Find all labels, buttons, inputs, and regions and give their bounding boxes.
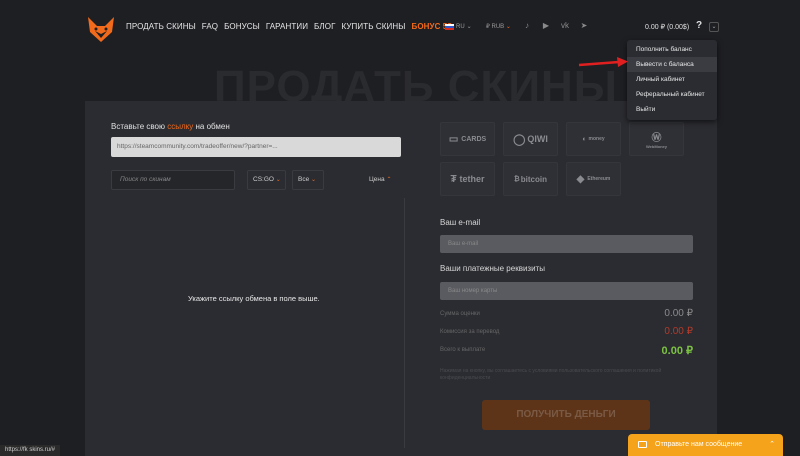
game-select[interactable]: CS:GO ⌄ xyxy=(247,170,286,190)
sort-label: Цена xyxy=(369,176,385,183)
language-label: RU xyxy=(456,23,465,30)
nav-guarantees[interactable]: ГАРАНТИИ xyxy=(266,22,308,31)
payment-label: CARDS xyxy=(461,135,487,143)
telegram-icon[interactable]: ➤ xyxy=(579,21,589,30)
email-input[interactable]: Ваш e-mail xyxy=(440,235,693,253)
filter-label: Все xyxy=(298,176,310,183)
chevron-down-icon: ⌄ xyxy=(505,24,511,30)
bitcoin-icon: ₿ xyxy=(514,175,520,183)
payment-cards[interactable]: ▭ CARDS xyxy=(440,122,495,156)
browser-status-url: https://fk skins.ru/# xyxy=(0,445,61,456)
payment-label: money xyxy=(588,136,605,142)
menu-item-withdraw[interactable]: Вывести с баланса xyxy=(627,57,717,72)
filter-select[interactable]: Все ⌄ xyxy=(292,170,324,190)
label-text: Вставьте свою xyxy=(111,122,168,131)
game-label: CS:GO xyxy=(253,176,274,183)
payment-label: QIWI xyxy=(527,134,548,144)
commission-row: Комиссия за перевод 0.00 ₽ xyxy=(440,326,693,337)
chevron-down-icon: ⌄ xyxy=(466,24,472,30)
balance-display[interactable]: 0.00 ₽ (0.00$) xyxy=(645,23,689,31)
skin-search-input[interactable]: Поиск по скинам xyxy=(111,170,235,190)
qiwi-icon: ◯ xyxy=(513,133,526,146)
chevron-down-icon: ⌄ xyxy=(311,177,317,183)
ethereum-icon: ◆ xyxy=(576,173,585,185)
yoomoney-icon: ◐ xyxy=(582,135,587,143)
tiktok-icon[interactable]: ♪ xyxy=(522,21,532,30)
trade-link-help-link[interactable]: ссылку xyxy=(167,122,193,131)
chevron-up-icon: ⌃ xyxy=(386,177,392,183)
payment-details-label: Ваши платежные реквизиты xyxy=(440,264,545,273)
payment-tether[interactable]: ₮ tether xyxy=(440,162,495,196)
payment-label: WebMoney xyxy=(645,144,668,149)
language-selector[interactable]: RU ⌄ xyxy=(445,23,472,30)
card-number-input[interactable]: Ваш номер карты xyxy=(440,282,693,300)
label-text: на обмен xyxy=(193,122,230,131)
payment-label: bitcoin xyxy=(520,174,547,184)
webmoney-icon: Ⓦ xyxy=(651,133,662,144)
payment-label: Ethereum xyxy=(587,176,611,182)
price-sort[interactable]: Цена ⌃ xyxy=(369,176,391,183)
nav-blog[interactable]: БЛОГ xyxy=(314,22,335,31)
payment-ethereum[interactable]: ◆ Ethereum xyxy=(566,162,621,196)
red-arrow-annotation xyxy=(578,57,628,67)
chat-icon xyxy=(638,440,647,448)
commission-value: 0.00 ₽ xyxy=(664,326,693,337)
fox-logo-icon[interactable] xyxy=(86,14,116,44)
payment-qiwi[interactable]: ◯ QIWI xyxy=(503,122,558,156)
payment-label: tether xyxy=(459,174,485,184)
help-button[interactable]: ? xyxy=(696,20,702,31)
total-payout-row: Всего к выплате 0.00 ₽ xyxy=(440,345,693,357)
youtube-icon[interactable]: ▶ xyxy=(541,21,551,30)
account-dropdown: Пополнить баланс Вывести с баланса Личны… xyxy=(627,40,717,120)
menu-item-referral[interactable]: Реферальный кабинет xyxy=(627,87,717,102)
trade-link-input[interactable]: https://steamcommunity.com/tradeoffer/ne… xyxy=(111,137,401,157)
terms-notice: Нажимая на кнопку, вы соглашаетесь с усл… xyxy=(440,368,662,381)
total-payout-value: 0.00 ₽ xyxy=(661,345,693,357)
menu-item-account[interactable]: Личный кабинет xyxy=(627,72,717,87)
chat-label: Отправьте нам сообщение xyxy=(655,441,743,448)
social-links: ♪ ▶ vk ➤ xyxy=(522,21,589,30)
chat-widget[interactable]: Отправьте нам сообщение ⌃ xyxy=(628,434,783,456)
currency-selector[interactable]: ₽ RUB ⌄ xyxy=(486,23,511,30)
empty-inventory-message: Укажите ссылку обмена в поле выше. xyxy=(188,294,320,303)
payment-bitcoin[interactable]: ₿ bitcoin xyxy=(503,162,558,196)
row-label: Комиссия за перевод xyxy=(440,329,500,335)
chevron-up-icon[interactable]: ⌃ xyxy=(769,434,775,456)
nav-buy-skins[interactable]: КУПИТЬ СКИНЫ xyxy=(342,22,406,31)
nav-sell-skins[interactable]: ПРОДАТЬ СКИНЫ xyxy=(126,22,196,31)
main-nav: ПРОДАТЬ СКИНЫ FAQ БОНУСЫ ГАРАНТИИ БЛОГ К… xyxy=(126,22,452,31)
nav-bonuses[interactable]: БОНУСЫ xyxy=(224,22,260,31)
vk-icon[interactable]: vk xyxy=(560,21,570,30)
trade-link-label: Вставьте свою ссылку на обмен xyxy=(111,122,230,131)
sum-estimate-value: 0.00 ₽ xyxy=(664,308,693,319)
chevron-down-icon: ⌄ xyxy=(275,177,281,183)
chevron-down-icon[interactable]: ⌄ xyxy=(709,22,719,32)
row-label: Сумма оценки xyxy=(440,311,480,317)
card-icon: ▭ xyxy=(448,133,459,145)
email-label: Ваш e-mail xyxy=(440,218,481,227)
currency-label: ₽ RUB xyxy=(486,24,505,30)
russia-flag-icon xyxy=(445,23,454,30)
sum-estimate-row: Сумма оценки 0.00 ₽ xyxy=(440,308,693,319)
divider xyxy=(404,198,405,448)
nav-faq[interactable]: FAQ xyxy=(202,22,218,31)
get-money-button[interactable]: ПОЛУЧИТЬ ДЕНЬГИ xyxy=(482,400,650,430)
tether-icon: ₮ xyxy=(450,173,457,185)
menu-item-logout[interactable]: Выйти xyxy=(627,102,717,117)
row-label: Всего к выплате xyxy=(440,347,486,353)
payment-yoomoney[interactable]: ◐ money xyxy=(566,122,621,156)
payment-webmoney[interactable]: Ⓦ WebMoney xyxy=(629,122,684,156)
menu-item-top-up[interactable]: Пополнить баланс xyxy=(627,42,717,57)
